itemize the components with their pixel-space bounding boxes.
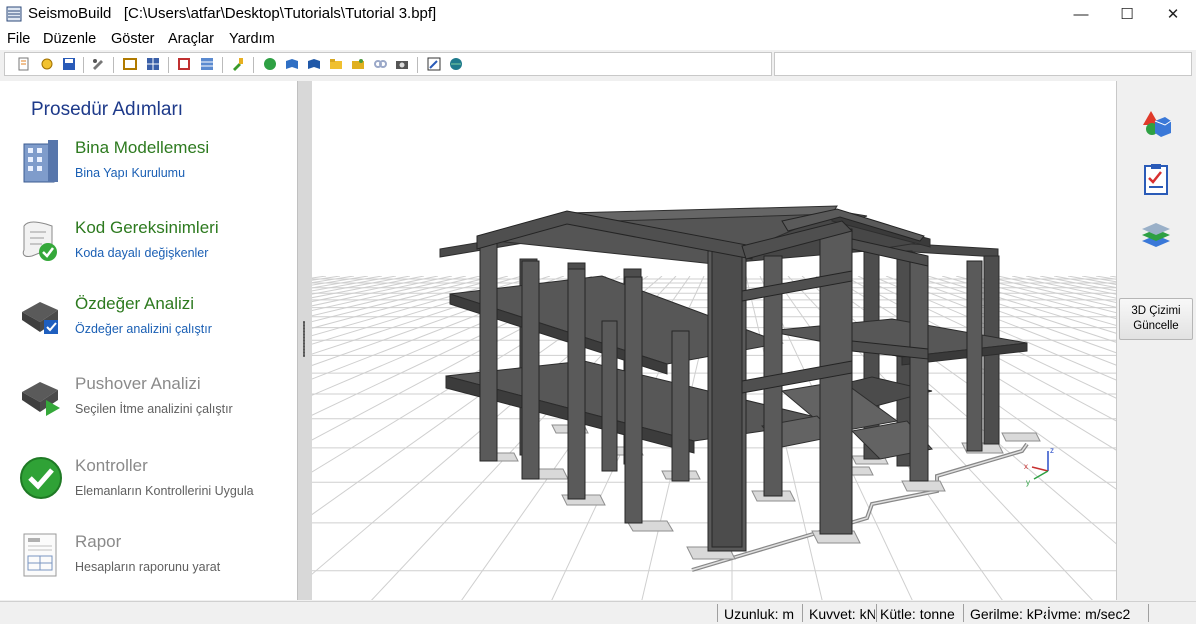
step-subtitle: Elemanların Kontrollerini Uygula bbox=[75, 484, 254, 498]
app-logo-icon bbox=[6, 6, 22, 22]
step-code-requirements[interactable]: Kod Gereksinimleri Koda dayalı değişkenl… bbox=[0, 218, 297, 288]
menu-bar: File Düzenle Göster Araçlar Yardım bbox=[0, 28, 1196, 50]
secondary-toolbar bbox=[774, 52, 1192, 76]
step-subtitle: Hesapların raporunu yarat bbox=[75, 560, 221, 574]
status-divider bbox=[1148, 604, 1149, 622]
menu-file[interactable]: File bbox=[7, 31, 30, 47]
step-title: Rapor bbox=[75, 532, 122, 551]
shapes-icon[interactable] bbox=[1139, 107, 1173, 141]
link-icon[interactable] bbox=[373, 57, 387, 71]
toolbar-separator bbox=[83, 57, 84, 73]
menu-view[interactable]: Göster bbox=[111, 31, 155, 47]
update-3d-label-line1: 3D Çizimi bbox=[1131, 305, 1181, 317]
menu-edit[interactable]: Düzenle bbox=[43, 31, 96, 47]
step-subtitle: Bina Yapı Kurulumu bbox=[75, 166, 186, 180]
panel-splitter[interactable] bbox=[298, 81, 312, 600]
step-pushover-analysis[interactable]: Pushover Analizi Seçilen İtme analizini … bbox=[0, 374, 297, 444]
toolbar-separator bbox=[168, 57, 169, 73]
axis-z-label: z bbox=[1050, 446, 1054, 455]
new-file-icon[interactable] bbox=[17, 57, 31, 71]
checkmark-icon bbox=[20, 457, 62, 499]
step-title: Özdeğer Analizi bbox=[75, 294, 195, 313]
edit-icon[interactable] bbox=[427, 57, 441, 71]
folder-2-icon[interactable] bbox=[351, 57, 365, 71]
report-icon bbox=[23, 533, 57, 577]
status-acceleration: İvme: m/sec2 bbox=[1047, 606, 1131, 622]
close-button[interactable]: ✕ bbox=[1150, 0, 1196, 28]
title-bar: SeismoBuild [C:\Users\atfar\Desktop\Tuto… bbox=[0, 0, 1196, 28]
code-requirements-icon bbox=[22, 221, 57, 261]
axis-gizmo: z x y bbox=[1024, 446, 1054, 487]
step-title: Kod Gereksinimleri bbox=[75, 218, 219, 237]
step-title: Bina Modellemesi bbox=[75, 138, 210, 157]
building-3d-model[interactable]: z x y bbox=[312, 81, 1116, 600]
step-checks[interactable]: Kontroller Elemanların Kontrollerini Uyg… bbox=[0, 456, 297, 526]
grid-icon[interactable] bbox=[146, 57, 160, 71]
toolbar-separator bbox=[222, 57, 223, 73]
toolbar-separator bbox=[253, 57, 254, 73]
status-length: Uzunluk: m bbox=[724, 606, 795, 622]
axis-y-label: y bbox=[1026, 478, 1030, 487]
main-toolbar bbox=[4, 52, 772, 76]
checklist-icon[interactable] bbox=[1139, 163, 1173, 197]
close-icon: ✕ bbox=[1166, 6, 1180, 23]
axis-x-label: x bbox=[1024, 462, 1028, 471]
step-title: Pushover Analizi bbox=[75, 374, 201, 393]
right-tool-panel: 3D Çizimi Güncelle bbox=[1116, 81, 1196, 600]
update-3d-button[interactable]: 3D Çizimi Güncelle bbox=[1119, 298, 1193, 340]
menu-help[interactable]: Yardım bbox=[229, 31, 275, 47]
table-icon[interactable] bbox=[200, 57, 214, 71]
status-stress: Gerilme: kPa bbox=[970, 606, 1046, 622]
status-divider bbox=[963, 604, 964, 622]
procedure-panel: Prosedür Adımları Bina Modellemesi Bina … bbox=[0, 81, 298, 600]
minimize-button[interactable]: — bbox=[1058, 0, 1104, 28]
globe-icon[interactable] bbox=[449, 57, 463, 71]
camera-icon[interactable] bbox=[395, 57, 409, 71]
status-mass: Kütle: tonne bbox=[880, 606, 955, 622]
step-subtitle: Seçilen İtme analizini çalıştır bbox=[75, 402, 233, 416]
update-3d-label-line2: Güncelle bbox=[1133, 320, 1179, 332]
status-divider bbox=[876, 604, 877, 622]
save-icon[interactable] bbox=[62, 57, 76, 71]
book-icon[interactable] bbox=[285, 57, 299, 71]
loads-icon[interactable] bbox=[177, 57, 191, 71]
step-subtitle: Koda dayalı değişkenler bbox=[75, 246, 209, 260]
app-name: SeismoBuild bbox=[28, 5, 112, 22]
status-divider bbox=[802, 604, 803, 622]
book-2-icon[interactable] bbox=[307, 57, 321, 71]
minimize-icon: — bbox=[1073, 5, 1089, 23]
maximize-icon: ☐ bbox=[1120, 6, 1134, 23]
step-building-modeling[interactable]: Bina Modellemesi Bina Yapı Kurulumu bbox=[0, 138, 297, 208]
settings-icon[interactable] bbox=[91, 57, 105, 71]
layers-icon[interactable] bbox=[1139, 219, 1173, 253]
toolbar-separator bbox=[417, 57, 418, 73]
frame-icon[interactable] bbox=[123, 57, 137, 71]
run-icon[interactable] bbox=[263, 57, 277, 71]
pushover-analysis-icon bbox=[22, 382, 60, 416]
toolbar-separator bbox=[113, 57, 114, 73]
window-title: SeismoBuild [C:\Users\atfar\Desktop\Tuto… bbox=[28, 5, 436, 22]
status-divider bbox=[717, 604, 718, 622]
step-subtitle: Özdeğer analizini çalıştır bbox=[75, 322, 212, 336]
folder-icon[interactable] bbox=[329, 57, 343, 71]
menu-tools[interactable]: Araçlar bbox=[168, 31, 214, 47]
step-eigenvalue-analysis[interactable]: Özdeğer Analizi Özdeğer analizini çalışt… bbox=[0, 294, 297, 364]
splitter-grip-icon[interactable] bbox=[303, 321, 305, 357]
maximize-button[interactable]: ☐ bbox=[1104, 0, 1150, 28]
brush-icon[interactable] bbox=[231, 57, 245, 71]
status-force: Kuvvet: kN bbox=[809, 606, 875, 622]
step-report[interactable]: Rapor Hesapların raporunu yarat bbox=[0, 532, 297, 602]
file-path: [C:\Users\atfar\Desktop\Tutorials\Tutori… bbox=[123, 5, 437, 22]
3d-viewport[interactable]: z x y bbox=[312, 81, 1116, 600]
panel-title: Prosedür Adımları bbox=[31, 99, 184, 120]
building-icon bbox=[23, 140, 58, 183]
eigenvalue-analysis-icon bbox=[22, 302, 58, 334]
status-bar: Uzunluk: m Kuvvet: kN Kütle: tonne Geril… bbox=[0, 601, 1196, 624]
open-file-icon[interactable] bbox=[40, 57, 54, 71]
step-title: Kontroller bbox=[75, 456, 148, 475]
